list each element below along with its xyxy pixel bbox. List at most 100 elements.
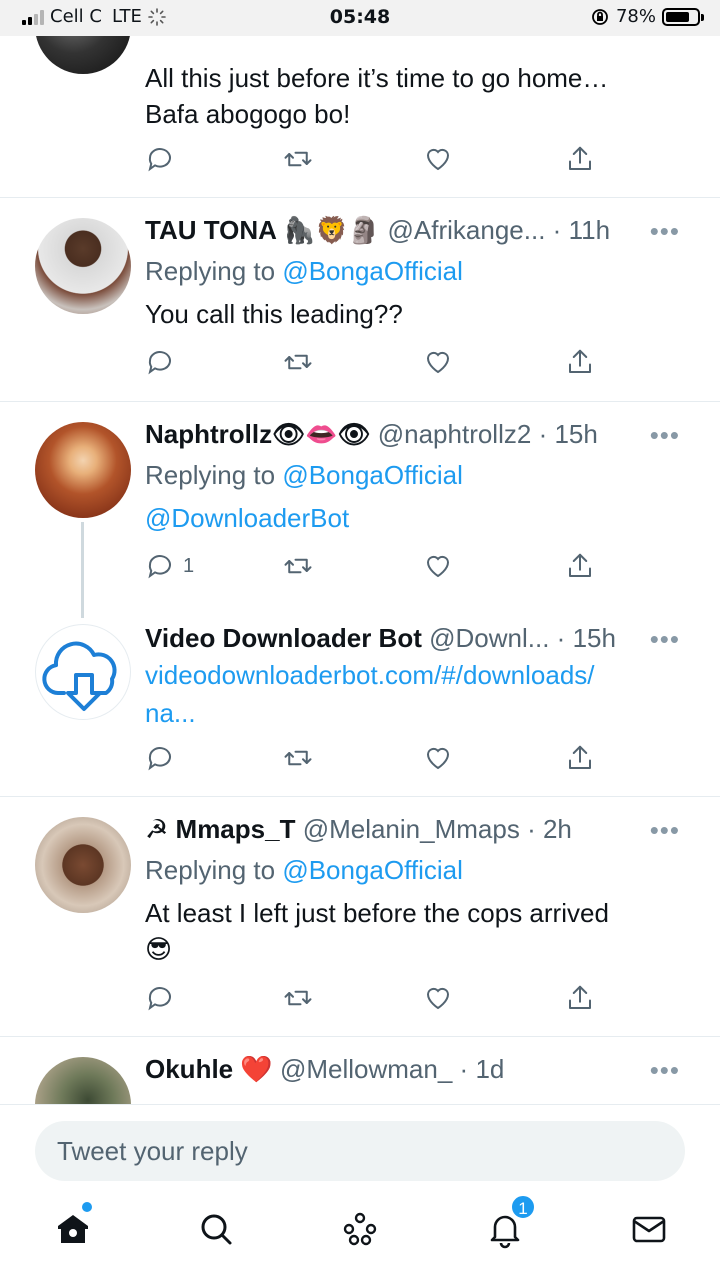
display-name[interactable]: Okuhle ❤️ [145,1054,273,1084]
more-options-button[interactable]: ••• [650,420,680,451]
divider [0,401,720,402]
reply-button[interactable]: 1 [145,549,194,583]
messages-icon [632,1216,666,1243]
mention-link[interactable]: @BongaOfficial [282,855,463,885]
user-handle[interactable]: @Downl... [429,623,549,653]
more-options-button[interactable]: ••• [650,624,680,655]
tweet-text: All this just before it’s time to go hom… [145,63,609,93]
share-button[interactable] [565,345,595,379]
like-icon [426,747,450,770]
timestamp: 1d [475,1054,505,1084]
mention-link[interactable]: @BongaOfficial [282,256,463,286]
user-handle[interactable]: @Mellowman_ [280,1054,452,1084]
retweet-button[interactable] [283,981,313,1015]
reply-button[interactable] [145,981,175,1015]
retweet-icon [284,354,312,370]
battery-level [666,11,690,22]
reply-button[interactable] [145,142,175,176]
like-button[interactable] [423,345,453,379]
like-icon [426,351,450,374]
tab-messages[interactable] [624,1204,674,1254]
avatar[interactable] [35,422,131,518]
retweet-icon [284,151,312,167]
home-new-indicator [82,1202,92,1212]
more-options-button[interactable]: ••• [650,815,680,846]
separator-dot: · [527,814,536,844]
battery-icon [662,7,704,26]
reply-icon [148,351,171,375]
tab-search[interactable] [191,1204,241,1254]
reply-composer [0,1104,720,1190]
share-icon [569,146,591,170]
tweet-actions [145,345,605,379]
divider [0,197,720,198]
like-button[interactable] [423,981,453,1015]
avatar[interactable] [35,817,131,913]
share-icon [569,985,591,1009]
like-button[interactable] [423,549,453,583]
display-name[interactable]: Naphtrollz👁👄👁 [145,419,371,449]
replying-to: Replying to @BongaOfficial [145,853,680,887]
user-handle[interactable]: @Afrikange... [388,215,546,245]
retweet-button[interactable] [283,345,313,379]
reply-input[interactable] [35,1121,685,1181]
reply-button[interactable] [145,345,175,379]
like-button[interactable] [423,741,453,775]
tweet-header: Okuhle ❤️ @Mellowman_ · 1d [145,1053,680,1085]
display-name[interactable]: ☭ Mmaps_T [145,814,295,844]
tweet-text: 😎 [145,934,173,964]
tweet-header: ☭ Mmaps_T @Melanin_Mmaps · 2h [145,813,680,845]
user-handle[interactable]: @Melanin_Mmaps [303,814,520,844]
avatar[interactable] [35,624,131,720]
tweet-text: You call this leading?? [145,299,403,329]
tweet-link[interactable]: na... [145,694,680,732]
tweet-actions [145,981,605,1015]
like-button[interactable] [423,142,453,176]
share-button[interactable] [565,981,595,1015]
display-name[interactable]: TAU TONA 🦍🦁🗿 [145,215,380,245]
more-options-button[interactable]: ••• [650,216,680,247]
status-bar: Cell C LTE 05:48 78% [0,0,720,36]
replying-to: Replying to @BongaOfficial [145,458,680,492]
replying-label: Replying to [145,460,283,490]
share-button[interactable] [565,142,595,176]
replying-label: Replying to [145,855,283,885]
display-name[interactable]: Video Downloader Bot [145,623,422,653]
avatar[interactable] [35,1057,131,1104]
mention-link[interactable]: @BongaOfficial [282,460,463,490]
reply-count: 1 [183,554,195,577]
retweet-icon [284,558,312,574]
retweet-icon [284,990,312,1006]
tweet-actions [145,741,605,775]
share-button[interactable] [565,549,595,583]
tweet-actions: 1 [145,549,605,583]
orientation-lock-icon [592,8,608,25]
retweet-button[interactable] [283,741,313,775]
reply-button[interactable] [145,741,175,775]
tweet-header: Naphtrollz👁👄👁 @naphtrollz2 · 15h [145,418,680,450]
notifications-badge: 1 [510,1194,536,1220]
share-icon [569,745,591,769]
like-icon [426,148,450,171]
retweet-icon [284,750,312,766]
like-icon [426,987,450,1010]
user-handle[interactable]: @naphtrollz2 [378,419,532,449]
tab-home[interactable] [48,1202,98,1254]
separator-dot: · [552,215,562,245]
timestamp: 15h [572,623,616,653]
replying-label: Replying to [145,256,283,286]
share-button[interactable] [565,741,595,775]
mention-link[interactable]: @DownloaderBot [145,500,680,536]
tab-notifications[interactable]: 1 [480,1194,536,1254]
tweet-link[interactable]: videodownloaderbot.com/#/downloads/ [145,656,680,694]
reply-icon [148,148,171,172]
separator-dot: · [538,419,548,449]
thread-connector [81,522,84,618]
retweet-button[interactable] [283,142,313,176]
avatar[interactable] [35,218,131,314]
like-icon [426,555,450,578]
more-options-button[interactable]: ••• [650,1055,680,1086]
tab-spaces[interactable] [335,1204,385,1254]
share-icon [569,349,591,373]
retweet-button[interactable] [283,549,313,583]
